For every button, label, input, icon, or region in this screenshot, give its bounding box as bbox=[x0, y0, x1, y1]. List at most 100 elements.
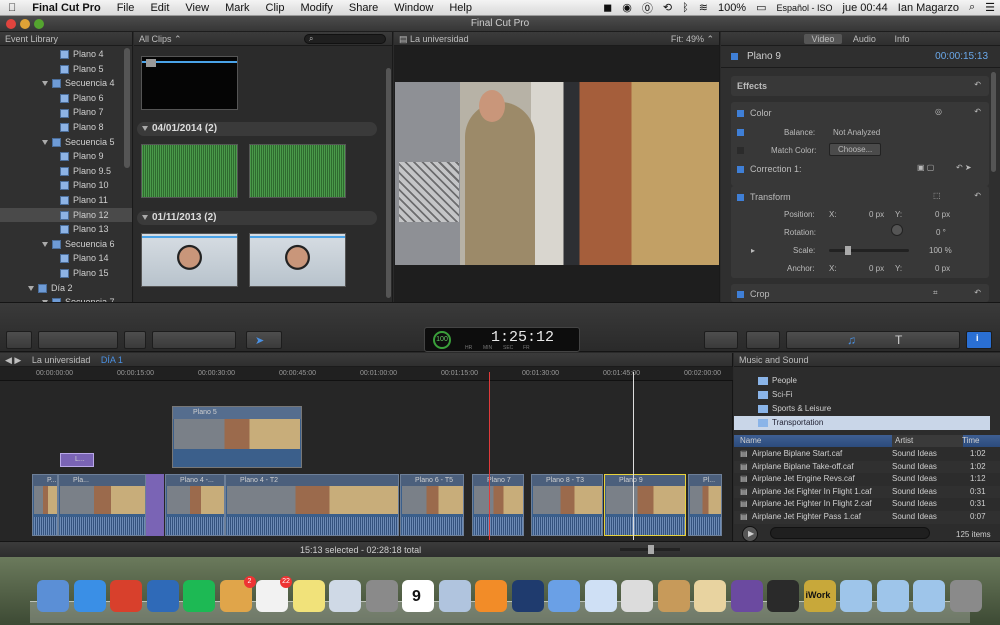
menu-help[interactable]: Help bbox=[441, 0, 480, 16]
menu-edit[interactable]: Edit bbox=[142, 0, 177, 16]
library-clip[interactable]: Plano 11 bbox=[0, 193, 132, 208]
library-clip[interactable]: Plano 4 bbox=[0, 47, 132, 62]
menu-share[interactable]: Share bbox=[341, 0, 386, 16]
apple-icon[interactable]:  bbox=[0, 0, 24, 16]
contacts-icon[interactable] bbox=[657, 580, 690, 612]
dashboard-timecode[interactable]: 100 1:25:12 HR MIN SEC FR bbox=[424, 327, 580, 352]
music-folder[interactable]: People bbox=[734, 374, 990, 388]
keyword-button[interactable] bbox=[124, 331, 146, 349]
date-group-2[interactable]: 01/11/2013 (2) bbox=[137, 211, 377, 225]
rotation-dial[interactable] bbox=[891, 224, 903, 236]
disclosure-triangle-icon[interactable] bbox=[42, 81, 48, 87]
library-clip[interactable]: Plano 14 bbox=[0, 251, 132, 266]
zoom-slider[interactable] bbox=[620, 545, 680, 554]
stickies-icon[interactable] bbox=[292, 580, 325, 612]
music-row[interactable]: ▤ Airplane Jet Fighter In Flight 1.caf Sou… bbox=[734, 485, 1000, 499]
library-clip[interactable]: Plano 9.5 bbox=[0, 164, 132, 179]
menu-modify[interactable]: Modify bbox=[292, 0, 340, 16]
library-clip[interactable]: Plano 13 bbox=[0, 222, 132, 237]
aperture-icon[interactable] bbox=[767, 580, 799, 612]
menu-window[interactable]: Window bbox=[386, 0, 441, 16]
color-label[interactable]: Color bbox=[737, 108, 772, 118]
play-preview-button[interactable]: ▶ bbox=[742, 526, 758, 541]
background-tasks-indicator[interactable]: 100 bbox=[433, 331, 451, 349]
music-folder[interactable]: Sci-Fi bbox=[734, 388, 990, 402]
library-clip[interactable]: Plano 6 bbox=[0, 91, 132, 106]
calendar-icon[interactable]: 9 bbox=[402, 580, 434, 612]
accessibility-icon[interactable]: ⓪ bbox=[637, 0, 658, 16]
itunes-icon[interactable] bbox=[548, 580, 580, 612]
downloads-folder-icon[interactable] bbox=[840, 580, 872, 612]
clock[interactable]: jue 00:44 bbox=[838, 2, 893, 14]
inspector-scrollbar[interactable] bbox=[991, 72, 996, 172]
user-name[interactable]: Ian Magarzo bbox=[893, 2, 964, 14]
browser-clip-title[interactable] bbox=[141, 56, 238, 110]
enhance-button[interactable] bbox=[704, 331, 738, 349]
vlc-icon[interactable] bbox=[475, 580, 507, 612]
title-clip[interactable]: L... bbox=[60, 453, 94, 467]
color-wheel-icon[interactable]: ◎ bbox=[935, 107, 942, 116]
spotlight-icon[interactable]: ⌕ bbox=[964, 1, 980, 14]
timeline-clip[interactable]: Pl... bbox=[688, 474, 722, 536]
position-x-value[interactable]: 0 px bbox=[869, 210, 884, 219]
final-cut-pro-icon[interactable] bbox=[730, 580, 763, 612]
timeline-sequence-name[interactable]: DÍA 1 bbox=[101, 355, 123, 365]
menu-view[interactable]: View bbox=[177, 0, 217, 16]
choose-button[interactable]: Choose... bbox=[829, 143, 882, 156]
app-menu[interactable]: Final Cut Pro bbox=[24, 0, 108, 16]
column-artist[interactable]: Artist bbox=[892, 435, 964, 447]
timeline-ruler[interactable]: 00:00:00:00 00:00:15:00 00:00:30:00 00:00:4… bbox=[0, 367, 733, 381]
browser-clip-face-2[interactable] bbox=[249, 233, 346, 287]
library-clip[interactable]: Plano 8 bbox=[0, 120, 132, 135]
music-search-input[interactable] bbox=[770, 527, 930, 539]
timeline-clip[interactable]: Plano 7 bbox=[472, 474, 524, 536]
quicktime-icon[interactable] bbox=[584, 580, 617, 612]
disclosure-triangle-icon[interactable] bbox=[28, 285, 34, 291]
anchor-y-value[interactable]: 0 px bbox=[935, 264, 950, 273]
music-row[interactable]: ▤ Airplane Jet Fighter Pass 1.caf Sound Id… bbox=[734, 511, 1000, 524]
reminders-icon[interactable]: 22 bbox=[256, 576, 292, 612]
photo-booth-icon[interactable] bbox=[438, 580, 471, 612]
correction-label[interactable]: Correction 1: bbox=[737, 164, 802, 174]
library-clip[interactable]: Plano 9 bbox=[0, 149, 132, 164]
music-row[interactable]: ▤ Airplane Biplane Start.caf Sound Ideas 1:… bbox=[734, 448, 1000, 461]
anchor-x-value[interactable]: 0 px bbox=[869, 264, 884, 273]
viewer-zoom[interactable]: Fit: 49% ⌃ bbox=[671, 32, 714, 46]
adobe-icon[interactable]: ◼ bbox=[598, 1, 617, 14]
library-scrollbar[interactable] bbox=[124, 48, 130, 168]
library-clip[interactable]: Plano 12 bbox=[0, 207, 132, 223]
scale-disclosure-icon[interactable]: ▸ bbox=[751, 246, 755, 255]
status-icon[interactable]: ◉ bbox=[617, 1, 637, 14]
music-folder[interactable]: Sports & Leisure bbox=[734, 402, 990, 416]
menu-file[interactable]: File bbox=[109, 0, 143, 16]
minimize-window-button[interactable] bbox=[20, 19, 30, 29]
library-folder[interactable]: Secuencia 5 bbox=[0, 135, 132, 150]
transform-reset-icon[interactable]: ↶ bbox=[974, 191, 981, 200]
trash-icon[interactable] bbox=[949, 580, 982, 612]
color-reset-icon[interactable]: ↶ bbox=[974, 107, 981, 116]
script-editor-icon[interactable] bbox=[621, 580, 653, 612]
timeline-clip[interactable]: Plano 9 bbox=[604, 474, 686, 536]
library-folder[interactable]: Secuencia 7 bbox=[0, 295, 132, 302]
menu-mark[interactable]: Mark bbox=[217, 0, 257, 16]
notifications-icon[interactable]: ☰ bbox=[980, 1, 1000, 14]
preview-icon[interactable]: 2 bbox=[219, 576, 256, 612]
effects-section[interactable]: Effects ↶ bbox=[731, 76, 989, 96]
crop-reset-icon[interactable]: ↶ bbox=[974, 288, 981, 297]
timeline-clip[interactable]: Plano 8 - T3 bbox=[531, 474, 603, 536]
spotify-icon[interactable] bbox=[183, 580, 215, 612]
music-row[interactable]: ▤ Airplane Jet Engine Revs.caf Sound Ideas… bbox=[734, 473, 1000, 486]
applications-folder-icon[interactable] bbox=[913, 580, 945, 612]
timeline-clip[interactable]: P... bbox=[32, 474, 58, 536]
edit-buttons[interactable] bbox=[152, 331, 236, 349]
scale-slider-thumb[interactable] bbox=[845, 246, 851, 255]
chrome-icon[interactable] bbox=[110, 580, 142, 612]
zoom-slider-thumb[interactable] bbox=[648, 545, 654, 554]
close-window-button[interactable] bbox=[6, 19, 16, 29]
scale-value[interactable]: 100 % bbox=[929, 246, 952, 255]
select-tool-button[interactable]: ➤ bbox=[246, 331, 282, 349]
library-folder[interactable]: Día 2 bbox=[0, 281, 132, 296]
mask-icon[interactable]: ▣ ▢ bbox=[917, 163, 934, 172]
notes-icon[interactable] bbox=[694, 580, 726, 612]
rotation-value[interactable]: 0 ° bbox=[936, 228, 946, 237]
